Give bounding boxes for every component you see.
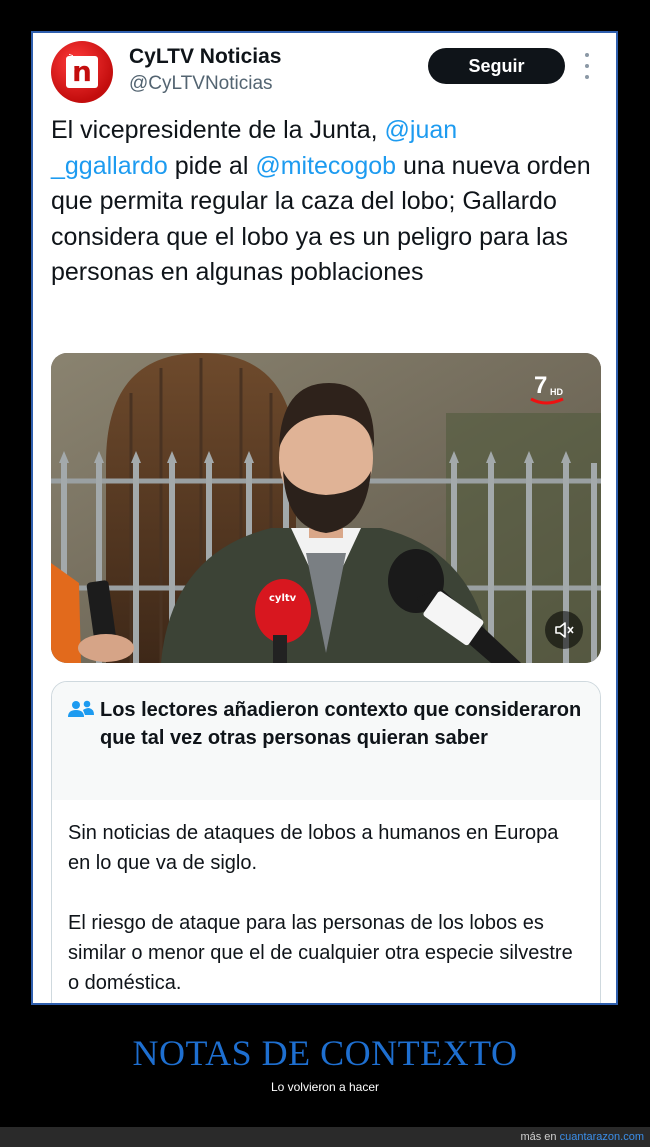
channel-badge: 7 — [534, 372, 547, 399]
avatar[interactable]: CyL tv n — [51, 41, 113, 103]
tweet-header: CyL tv n CyLTV Noticias @CyLTVNoticias S… — [33, 33, 616, 113]
account-name[interactable]: CyLTV Noticias — [129, 45, 281, 69]
caption-title: NOTAS DE CONTEXTO — [132, 1033, 518, 1073]
more-options-icon[interactable] — [581, 53, 593, 79]
community-note-body: Sin noticias de ataques de lobos a human… — [52, 800, 600, 998]
community-note-paragraph: Sin noticias de ataques de lobos a human… — [68, 822, 559, 874]
account-handle[interactable]: @CyLTVNoticias — [129, 73, 273, 95]
video-player[interactable]: cyltv 7 HD — [51, 353, 601, 663]
mic-logo: cyltv — [269, 593, 297, 604]
community-note-header: Los lectores añadieron contexto que cons… — [52, 682, 600, 800]
tweet-screenshot-frame: CyL tv n CyLTV Noticias @CyLTVNoticias S… — [31, 31, 618, 1005]
mention-mitecogob[interactable]: @mitecogob — [255, 152, 396, 180]
footer-site-link[interactable]: cuantarazon.com — [560, 1131, 644, 1143]
community-note-paragraph: El riesgo de ataque para las personas de… — [68, 912, 573, 994]
video-frame: cyltv 7 HD — [51, 353, 601, 663]
follow-button[interactable]: Seguir — [428, 48, 565, 84]
speaker-muted-icon[interactable] — [545, 611, 583, 649]
site-footer: más en cuantarazon.com — [0, 1127, 650, 1147]
tweet-text-part: El vicepresidente de la Junta, — [51, 116, 385, 144]
caption-subtitle: Lo volvieron a hacer — [270, 1080, 380, 1094]
tweet-text-part: pide al — [167, 151, 256, 180]
tweet-text: El vicepresidente de la Junta, @juan _gga… — [51, 113, 591, 291]
community-note: Los lectores añadieron contexto que cons… — [51, 681, 601, 1003]
channel-hd: HD — [550, 387, 563, 397]
community-note-heading: Los lectores añadieron contexto que cons… — [100, 699, 582, 749]
people-icon — [68, 700, 94, 717]
avatar-tag: CyL tv — [68, 53, 76, 76]
footer-prefix: más en — [520, 1131, 560, 1143]
